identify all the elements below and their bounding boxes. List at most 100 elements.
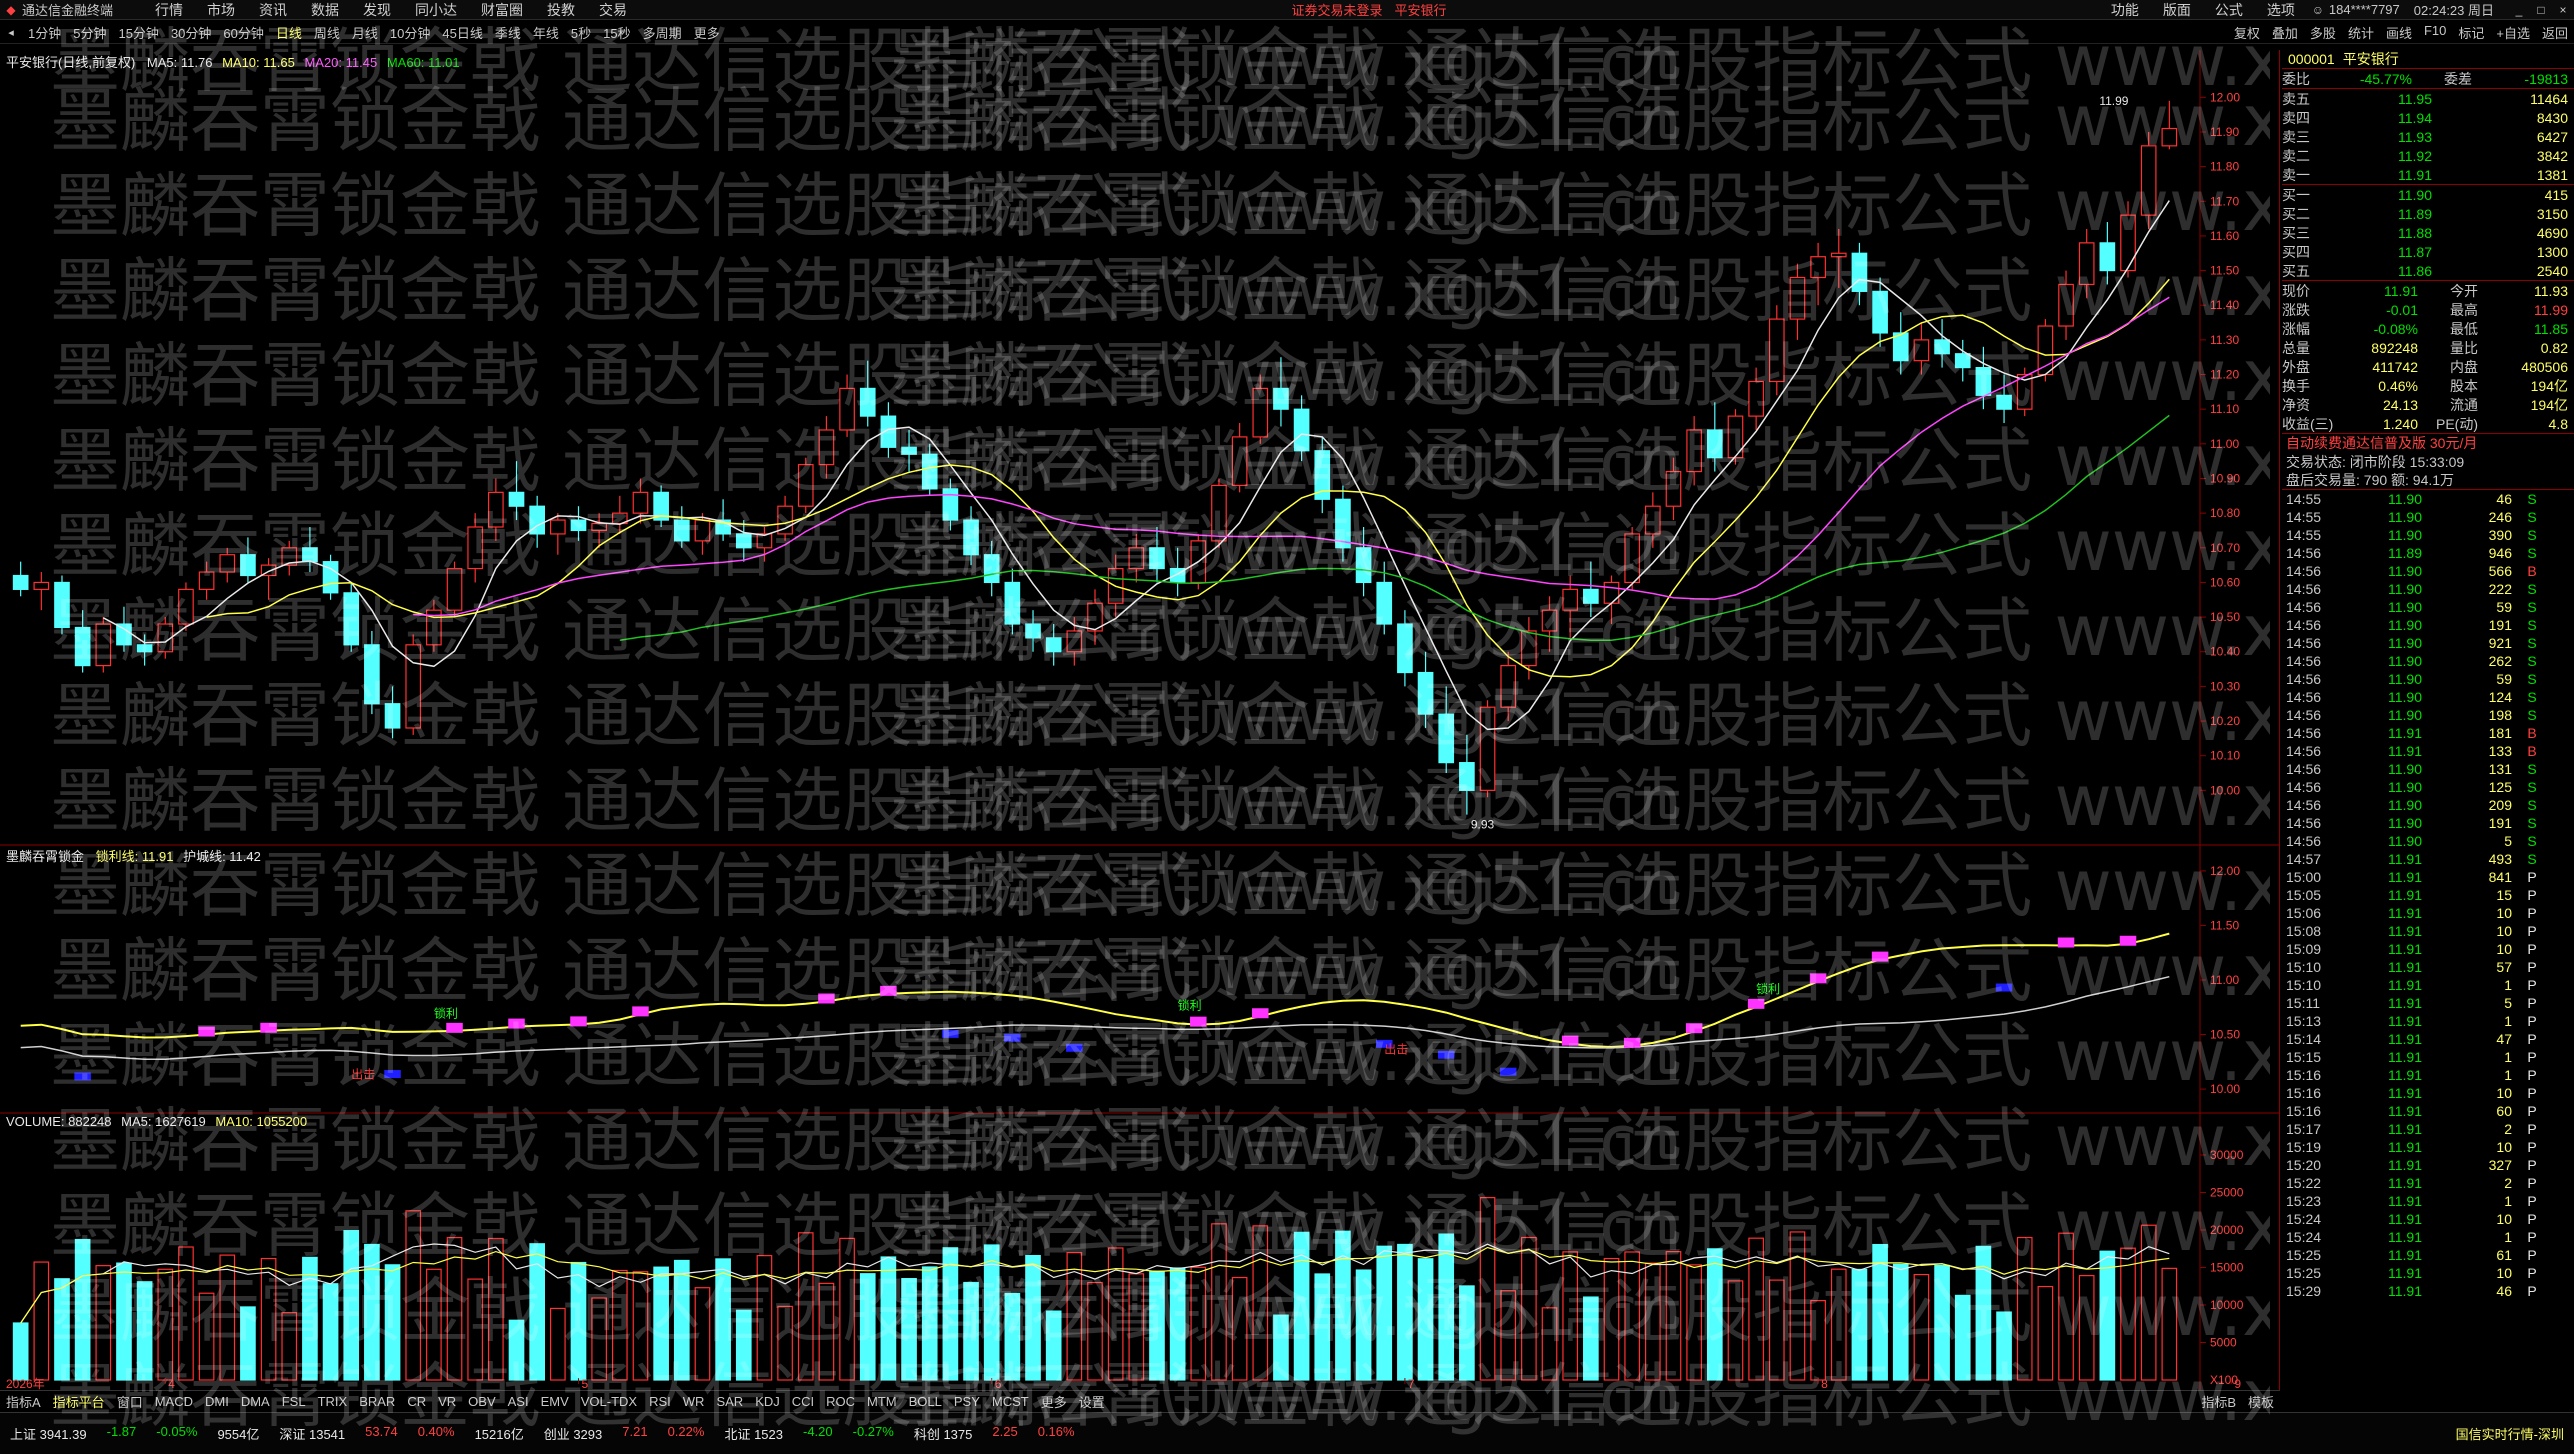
- indicator-tab-18[interactable]: KDJ: [749, 1394, 786, 1409]
- indicator-tab-16[interactable]: WR: [677, 1394, 711, 1409]
- menu-1[interactable]: 市场: [195, 0, 247, 20]
- chart-area[interactable]: 12.00 11.90 11.80 11.70 11.60 11.50 11.40 11.30…: [0, 50, 2280, 1390]
- indicator-tab-6[interactable]: FSL: [276, 1394, 312, 1409]
- menu-2[interactable]: 资讯: [247, 0, 299, 20]
- indicator-tab-19[interactable]: CCI: [786, 1394, 820, 1409]
- tool-2[interactable]: 多股: [2304, 23, 2342, 42]
- period-13[interactable]: 15秒: [597, 23, 636, 42]
- status-item[interactable]: 0.22%: [658, 1424, 715, 1443]
- status-item[interactable]: 0.40%: [408, 1424, 465, 1443]
- indicator-tab-9[interactable]: CR: [401, 1394, 432, 1409]
- menu-5[interactable]: 同小达: [403, 0, 469, 20]
- indicator-tab-17[interactable]: SAR: [710, 1394, 749, 1409]
- status-item[interactable]: -0.05%: [146, 1424, 207, 1443]
- indicator-tab-21[interactable]: MTM: [861, 1394, 903, 1409]
- status-item[interactable]: 9554亿: [207, 1424, 269, 1443]
- indicator-tab-7[interactable]: TRIX: [312, 1394, 354, 1409]
- kline-chart[interactable]: 12.00 11.90 11.80 11.70 11.60 11.50 11.40 11.30…: [0, 50, 2280, 1390]
- indicator-tab-8[interactable]: BRAR: [353, 1394, 401, 1409]
- indicator-tab-5[interactable]: DMA: [235, 1394, 276, 1409]
- tool-5[interactable]: F10: [2418, 23, 2452, 42]
- indicator-tab-14[interactable]: VOL-TDX: [575, 1394, 643, 1409]
- status-item[interactable]: -1.87: [97, 1424, 147, 1443]
- period-4[interactable]: 60分钟: [217, 23, 269, 42]
- period-2[interactable]: 15分钟: [112, 23, 164, 42]
- period-1[interactable]: 5分钟: [67, 23, 112, 42]
- period-9[interactable]: 45日线: [436, 23, 488, 42]
- stat-row: 总量 892248 量比 0.82: [2282, 338, 2574, 357]
- period-12[interactable]: 5秒: [565, 23, 597, 42]
- minimize-icon[interactable]: _: [2512, 3, 2526, 17]
- right-menu-1[interactable]: 版面: [2151, 0, 2203, 20]
- tool-0[interactable]: 复权: [2228, 23, 2266, 42]
- period-0[interactable]: 1分钟: [22, 23, 67, 42]
- indicator-right-1[interactable]: 模板: [2242, 1392, 2280, 1411]
- tool-1[interactable]: 叠加: [2266, 23, 2304, 42]
- status-item[interactable]: 53.74: [355, 1424, 408, 1443]
- tool-6[interactable]: 标记: [2452, 23, 2490, 42]
- menu-4[interactable]: 发现: [351, 0, 403, 20]
- menu-8[interactable]: 交易: [587, 0, 639, 20]
- status-item[interactable]: 深证 13541: [269, 1424, 355, 1443]
- tool-7[interactable]: +自选: [2490, 23, 2536, 42]
- indicator-tab-11[interactable]: OBV: [462, 1394, 501, 1409]
- back-icon[interactable]: ◂: [4, 26, 18, 40]
- indicator-tab-4[interactable]: DMI: [199, 1394, 235, 1409]
- indicator-tab-1[interactable]: 指标平台: [47, 1392, 111, 1411]
- indicator-tab-22[interactable]: BOLL: [903, 1394, 948, 1409]
- indicator-tab-3[interactable]: MACD: [149, 1394, 199, 1409]
- period-15[interactable]: 更多: [688, 23, 726, 42]
- user-icon[interactable]: ☺: [2311, 3, 2325, 17]
- right-menu-2[interactable]: 公式: [2203, 0, 2255, 20]
- indicator-tab-26[interactable]: 设置: [1073, 1392, 1111, 1411]
- close-icon[interactable]: ×: [2556, 3, 2570, 17]
- indicator-tab-25[interactable]: 更多: [1035, 1392, 1073, 1411]
- indicator-tab-23[interactable]: PSY: [948, 1394, 986, 1409]
- period-3[interactable]: 30分钟: [165, 23, 217, 42]
- indicator-right-0[interactable]: 指标B: [2195, 1392, 2242, 1411]
- tool-4[interactable]: 画线: [2380, 23, 2418, 42]
- period-6[interactable]: 周线: [308, 23, 346, 42]
- menu-6[interactable]: 财富圈: [469, 0, 535, 20]
- stock-notice[interactable]: 平安银行: [1394, 0, 1446, 19]
- tick-volume: 59: [2496, 599, 2512, 615]
- status-item[interactable]: 创业 3293: [534, 1424, 613, 1443]
- menu-7[interactable]: 投教: [535, 0, 587, 20]
- status-item[interactable]: 北证 1523: [714, 1424, 793, 1443]
- maximize-icon[interactable]: □: [2534, 3, 2548, 17]
- status-item[interactable]: 7.21: [612, 1424, 657, 1443]
- status-item[interactable]: 科创 1375: [904, 1424, 983, 1443]
- indicator-tab-2[interactable]: 窗口: [111, 1392, 149, 1411]
- indicator-tab-10[interactable]: VR: [432, 1394, 462, 1409]
- period-5[interactable]: 日线: [270, 23, 308, 42]
- status-item[interactable]: 2.25: [982, 1424, 1027, 1443]
- right-menu-0[interactable]: 功能: [2099, 0, 2151, 20]
- indicator-tab-13[interactable]: EMV: [535, 1394, 575, 1409]
- menu-3[interactable]: 数据: [299, 0, 351, 20]
- right-menu-3[interactable]: 选项: [2255, 0, 2307, 20]
- status-item[interactable]: -0.27%: [843, 1424, 904, 1443]
- menu-0[interactable]: 行情: [143, 0, 195, 20]
- promo-link[interactable]: 自动续费通达信普及版 30元/月: [2282, 433, 2574, 452]
- indicator-tab-0[interactable]: 指标A: [0, 1392, 47, 1411]
- indicator-tab-24[interactable]: MCST: [986, 1394, 1035, 1409]
- feed-source[interactable]: 国信实时行情-深圳: [2446, 1424, 2574, 1443]
- period-8[interactable]: 10分钟: [384, 23, 436, 42]
- period-14[interactable]: 多周期: [637, 23, 688, 42]
- indicator-tab-20[interactable]: ROC: [820, 1394, 861, 1409]
- candle-body: [302, 547, 318, 563]
- tick-list[interactable]: 14:55 11.90 46 S 14:55 11.90 246 S 14:55 11.90 390…: [2282, 490, 2574, 1300]
- status-item[interactable]: 15216亿: [465, 1424, 534, 1443]
- status-item[interactable]: 上证 3941.39: [0, 1424, 97, 1443]
- status-item[interactable]: 0.16%: [1028, 1424, 1085, 1443]
- account-id[interactable]: 184****7797: [2329, 2, 2400, 17]
- period-10[interactable]: 季线: [489, 23, 527, 42]
- indicator-tab-12[interactable]: ASI: [502, 1394, 535, 1409]
- trade-notice[interactable]: 证券交易未登录: [1291, 0, 1382, 19]
- tool-3[interactable]: 统计: [2342, 23, 2380, 42]
- tool-8[interactable]: 返回: [2536, 23, 2574, 42]
- period-7[interactable]: 月线: [346, 23, 384, 42]
- status-item[interactable]: -4.20: [793, 1424, 843, 1443]
- period-11[interactable]: 年线: [527, 23, 565, 42]
- indicator-tab-15[interactable]: RSI: [643, 1394, 677, 1409]
